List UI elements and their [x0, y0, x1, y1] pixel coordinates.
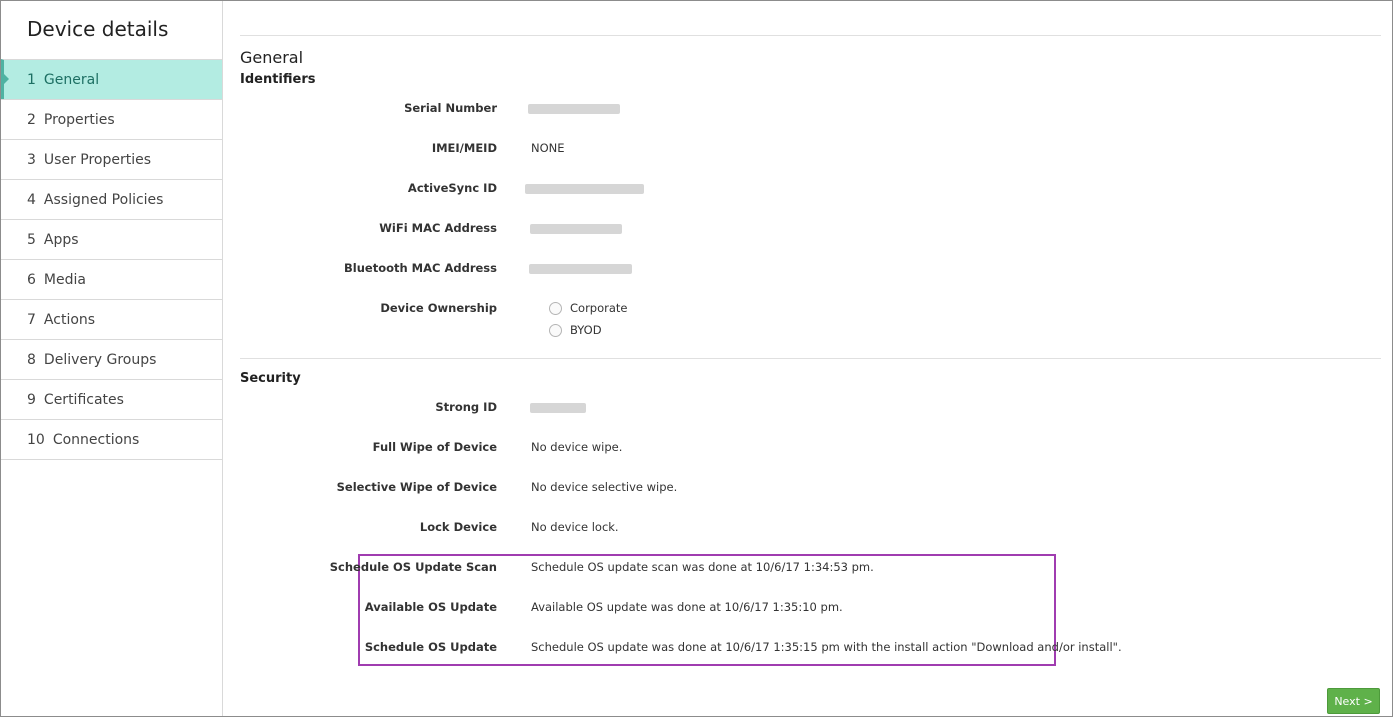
selective-wipe-value: No device selective wipe. [531, 480, 678, 494]
sidebar-item-assigned-policies[interactable]: 4 Assigned Policies [1, 179, 222, 219]
sidebar-item-number: 1 [27, 71, 36, 88]
strong-id-redacted [530, 403, 586, 413]
bluetooth-mac-redacted [529, 264, 632, 274]
ownership-option-byod[interactable]: BYOD [549, 323, 602, 337]
ownership-option-corporate[interactable]: Corporate [549, 301, 628, 315]
next-button[interactable]: Next > [1327, 688, 1380, 714]
imei-label: IMEI/MEID [431, 141, 497, 155]
sidebar-item-label: Connections [52, 431, 140, 448]
sidebar-item-user-properties[interactable]: 3 User Properties [1, 139, 222, 179]
full-wipe-label: Full Wipe of Device [372, 440, 497, 454]
sidebar-item-label: General [43, 71, 100, 88]
sidebar-item-media[interactable]: 6 Media [1, 259, 222, 299]
sidebar-item-number: 10 [27, 431, 45, 448]
sidebar-item-number: 6 [27, 271, 36, 288]
sidebar-item-label: Actions [43, 311, 96, 328]
lock-device-value: No device lock. [531, 520, 619, 534]
sidebar-nav: 1 General 2 Properties 3 User Properties 4A… [1, 59, 222, 460]
full-wipe-row: Full Wipe of Device No device wipe. [223, 437, 1383, 457]
lock-device-label: Lock Device [419, 520, 497, 534]
sidebar-item-label: Properties [43, 111, 115, 128]
activesync-label: ActiveSync ID [407, 181, 497, 195]
sidebar: Device details 1 General 2 Properties 3 Use… [1, 1, 223, 716]
radio-label: Corporate [570, 301, 628, 315]
device-ownership-label: Device Ownership [380, 301, 497, 315]
lock-device-row: Lock Device No device lock. [223, 517, 1383, 537]
divider [240, 358, 1381, 359]
wifi-mac-redacted [530, 224, 622, 234]
device-ownership-row: Device Ownership [223, 298, 1383, 318]
sidebar-item-label: Assigned Policies [43, 191, 164, 208]
sidebar-item-number: 5 [27, 231, 36, 248]
sidebar-item-actions[interactable]: 7 Actions [1, 299, 222, 339]
wifi-mac-label: WiFi MAC Address [379, 221, 497, 235]
schedule-os-update-label: Schedule OS Update [364, 640, 497, 654]
strong-id-row: Strong ID [223, 397, 1383, 417]
available-os-update-label: Available OS Update [364, 600, 497, 614]
activesync-row: ActiveSync ID [223, 178, 1383, 198]
imei-value: NONE [531, 141, 565, 155]
main-content: General Identifiers Serial Number IMEI/M… [223, 1, 1392, 716]
sidebar-item-delivery-groups[interactable]: 8 Delivery Groups [1, 339, 222, 379]
sidebar-item-label: Apps [43, 231, 79, 248]
sidebar-item-properties[interactable]: 2 Properties [1, 99, 222, 139]
available-os-update-row: Available OS Update Available OS update … [223, 597, 1383, 617]
sidebar-item-number: 3 [27, 151, 36, 168]
serial-number-row: Serial Number [223, 98, 1383, 118]
radio-button[interactable] [549, 301, 562, 315]
radio-button[interactable] [549, 323, 562, 337]
sidebar-item-connections[interactable]: 10 Connections [1, 419, 222, 460]
schedule-os-update-scan-value: Schedule OS update scan was done at 10/6… [531, 560, 874, 574]
sidebar-title: Device details [27, 17, 169, 41]
sidebar-item-number: 8 [27, 351, 36, 368]
sidebar-item-certificates[interactable]: 9 Certificates [1, 379, 222, 419]
identifiers-heading: Identifiers [240, 72, 316, 87]
active-caret-icon [4, 74, 9, 84]
divider [240, 35, 1381, 36]
sidebar-item-label: Media [43, 271, 86, 288]
schedule-os-update-value: Schedule OS update was done at 10/6/17 1… [531, 640, 1122, 654]
schedule-os-update-scan-label: Schedule OS Update Scan [329, 560, 497, 574]
wifi-mac-row: WiFi MAC Address [223, 218, 1383, 238]
serial-number-redacted [528, 104, 620, 114]
serial-number-label: Serial Number [404, 101, 497, 115]
activesync-redacted [525, 184, 644, 194]
sidebar-item-number: 7 [27, 311, 36, 328]
selective-wipe-label: Selective Wipe of Device [336, 480, 497, 494]
bluetooth-mac-row: Bluetooth MAC Address [223, 258, 1383, 278]
sidebar-item-label: Certificates [43, 391, 124, 408]
security-heading: Security [240, 371, 301, 386]
sidebar-item-label: User Properties [43, 151, 152, 168]
sidebar-item-number: 4 [27, 191, 36, 208]
bluetooth-mac-label: Bluetooth MAC Address [344, 261, 497, 275]
strong-id-label: Strong ID [435, 400, 497, 414]
radio-label: BYOD [570, 323, 602, 337]
imei-row: IMEI/MEID NONE [223, 138, 1383, 158]
available-os-update-value: Available OS update was done at 10/6/17 … [531, 600, 843, 614]
schedule-os-update-scan-row: Schedule OS Update Scan Schedule OS upda… [223, 557, 1383, 577]
sidebar-item-label: Delivery Groups [43, 351, 157, 368]
sidebar-item-number: 9 [27, 391, 36, 408]
sidebar-item-number: 2 [27, 111, 36, 128]
schedule-os-update-row: Schedule OS Update Schedule OS update wa… [223, 637, 1383, 657]
page-title: General [240, 48, 304, 67]
full-wipe-value: No device wipe. [531, 440, 623, 454]
selective-wipe-row: Selective Wipe of Device No device selec… [223, 477, 1383, 497]
sidebar-item-general[interactable]: 1 General [1, 59, 222, 99]
sidebar-item-apps[interactable]: 5 Apps [1, 219, 222, 259]
